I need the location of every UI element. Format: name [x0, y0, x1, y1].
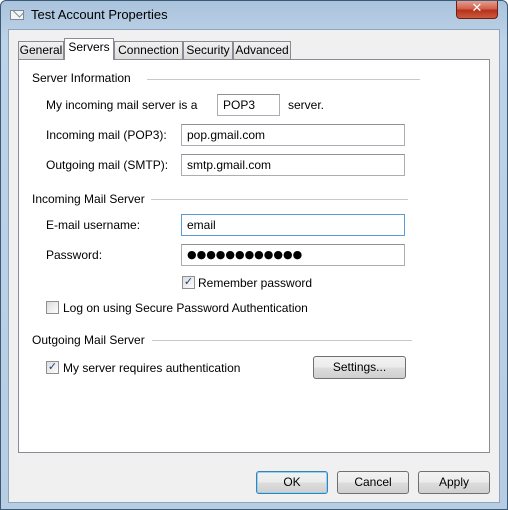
spa-checkbox[interactable] — [46, 301, 59, 314]
outgoing-mail-server-heading: Outgoing Mail Server — [32, 333, 145, 347]
properties-window: Test Account Properties ✕ General Server… — [0, 0, 508, 510]
incoming-type-label: My incoming mail server is a — [46, 98, 198, 112]
outgoing-mail-label: Outgoing mail (SMTP): — [46, 158, 169, 172]
tab-advanced[interactable]: Advanced — [233, 41, 291, 59]
password-label: Password: — [46, 248, 103, 262]
spa-label[interactable]: Log on using Secure Password Authenticat… — [63, 301, 308, 315]
username-label: E-mail username: — [46, 218, 141, 232]
cancel-button[interactable]: Cancel — [337, 471, 409, 494]
close-icon: ✕ — [471, 1, 483, 16]
tab-connection[interactable]: Connection — [114, 41, 183, 59]
close-button[interactable]: ✕ — [456, 1, 498, 19]
group-divider — [151, 199, 408, 201]
group-divider — [147, 79, 420, 81]
server-information-heading: Server Information — [32, 71, 131, 85]
ok-button[interactable]: OK — [256, 471, 328, 494]
username-field[interactable]: email — [181, 214, 405, 236]
remember-password-label[interactable]: Remember password — [198, 276, 312, 290]
incoming-server-type-field: POP3 — [217, 94, 280, 116]
password-field[interactable]: ●●●●●●●●●●●● — [181, 244, 405, 266]
mail-account-icon — [10, 8, 26, 22]
title-bar[interactable]: Test Account Properties ✕ — [1, 1, 507, 29]
servers-tab-page: Server Information My incoming mail serv… — [18, 59, 490, 453]
group-divider — [152, 340, 412, 342]
tab-servers[interactable]: Servers — [64, 38, 114, 60]
apply-button[interactable]: Apply — [418, 471, 490, 494]
check-mark-icon: ✓ — [183, 275, 194, 288]
remember-password-checkbox[interactable]: ✓ — [182, 275, 195, 289]
window-title: Test Account Properties — [31, 7, 168, 22]
incoming-mail-server-heading: Incoming Mail Server — [32, 192, 145, 206]
dialog-body: General Servers Connection Security Adva… — [8, 29, 500, 503]
incoming-mail-label: Incoming mail (POP3): — [46, 128, 167, 142]
incoming-mail-field[interactable]: pop.gmail.com — [181, 124, 405, 146]
check-mark-icon: ✓ — [47, 360, 58, 373]
requires-auth-checkbox[interactable]: ✓ — [46, 360, 59, 374]
outgoing-mail-field[interactable]: smtp.gmail.com — [181, 154, 405, 176]
requires-auth-label[interactable]: My server requires authentication — [63, 361, 240, 375]
tab-general[interactable]: General — [18, 41, 64, 59]
incoming-type-suffix: server. — [288, 98, 325, 112]
settings-button[interactable]: Settings... — [313, 356, 406, 379]
tab-security[interactable]: Security — [183, 41, 233, 59]
